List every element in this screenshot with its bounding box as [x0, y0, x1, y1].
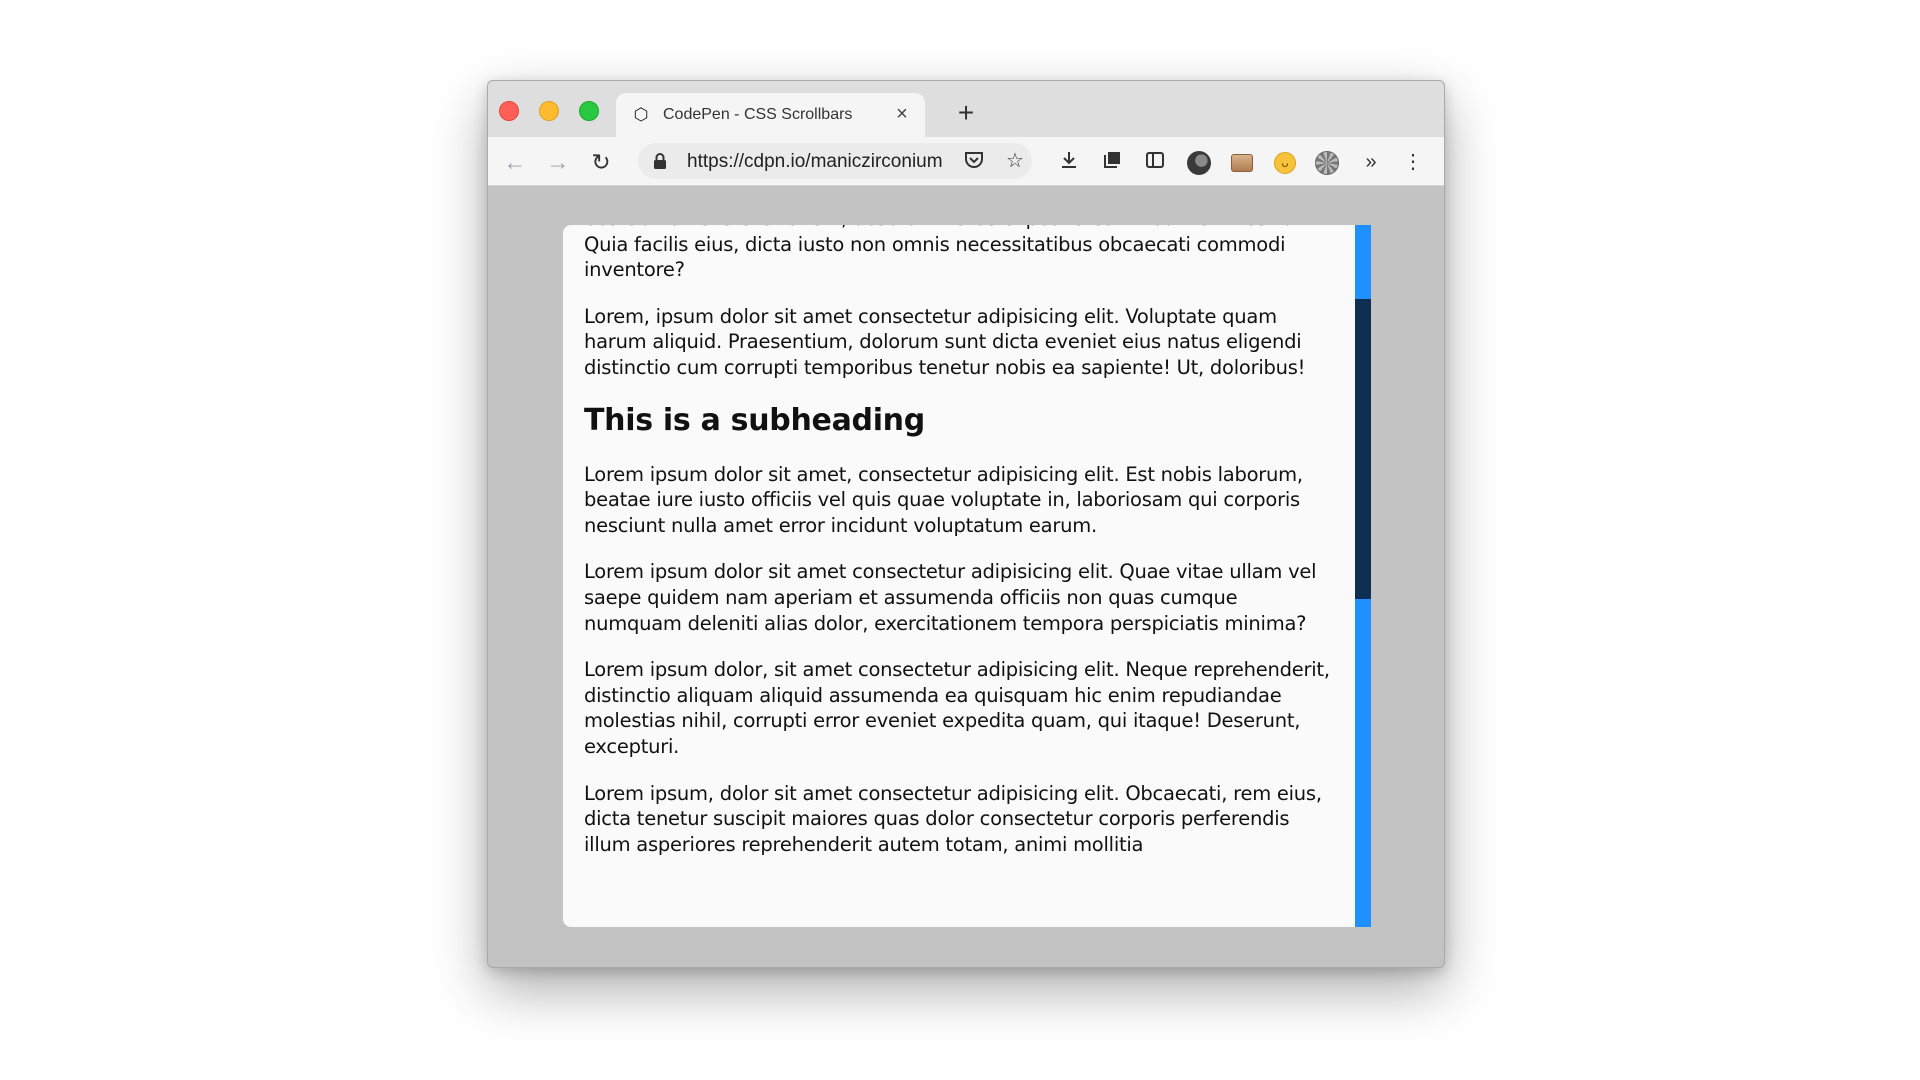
overflow-icon[interactable]: »: [1358, 149, 1384, 175]
browser-toolbar: ← → ↻ https://cdpn.io/maniczirconium ☆ ᴗ…: [488, 137, 1444, 186]
subheading: This is a subheading: [584, 402, 925, 438]
avatar-icon[interactable]: [1186, 149, 1212, 175]
star-icon[interactable]: ☆: [1003, 149, 1027, 173]
extension-smile-icon[interactable]: ᴗ: [1272, 149, 1298, 175]
download-icon[interactable]: [1056, 149, 1082, 175]
paragraph: Lorem ipsum dolor sit amet consectetur a…: [584, 560, 1317, 635]
window-maximize-button[interactable]: [579, 101, 599, 121]
tab-codepen[interactable]: ⬡ CodePen - CSS Scrollbars ×: [616, 93, 925, 137]
paragraph: Lorem, ipsum dolor sit amet consectetur …: [584, 304, 1306, 379]
close-icon[interactable]: ×: [891, 103, 913, 125]
tab-title: CodePen - CSS Scrollbars: [663, 106, 853, 123]
extension-photo-icon[interactable]: [1229, 149, 1255, 175]
new-tab-button[interactable]: +: [953, 99, 979, 127]
url-text[interactable]: https://cdpn.io/maniczirconium: [687, 151, 947, 173]
back-icon[interactable]: ←: [502, 149, 528, 175]
tab-strip: ⬡ CodePen - CSS Scrollbars × +: [488, 81, 1444, 137]
scrollbar-thumb[interactable]: [1355, 299, 1371, 599]
article-content: beatae non exercitationem, deserunt natu…: [584, 225, 1340, 878]
window-minimize-button[interactable]: [539, 101, 559, 121]
scroll-container[interactable]: beatae non exercitationem, deserunt natu…: [563, 225, 1371, 927]
paragraph: Lorem ipsum dolor sit amet, consectetur …: [584, 462, 1303, 537]
paragraph: Lorem ipsum dolor, sit amet consectetur …: [584, 658, 1330, 758]
reload-icon[interactable]: ↻: [588, 149, 614, 175]
extension-gear-icon[interactable]: [1314, 149, 1340, 175]
scrollbar-track[interactable]: [1355, 225, 1371, 927]
paragraph: Lorem ipsum, dolor sit amet consectetur …: [584, 781, 1322, 856]
pocket-icon[interactable]: [962, 149, 986, 173]
forward-icon[interactable]: →: [545, 149, 571, 175]
paragraph: beatae non exercitationem, deserunt natu…: [584, 225, 1323, 282]
library-icon[interactable]: [1099, 149, 1125, 175]
menu-icon[interactable]: ⋮: [1400, 149, 1426, 175]
lock-icon: [653, 152, 667, 170]
address-bar[interactable]: https://cdpn.io/maniczirconium ☆: [638, 143, 1032, 179]
codepen-icon: ⬡: [633, 105, 649, 124]
window-close-button[interactable]: [499, 101, 519, 121]
sidebar-icon[interactable]: [1142, 149, 1168, 175]
